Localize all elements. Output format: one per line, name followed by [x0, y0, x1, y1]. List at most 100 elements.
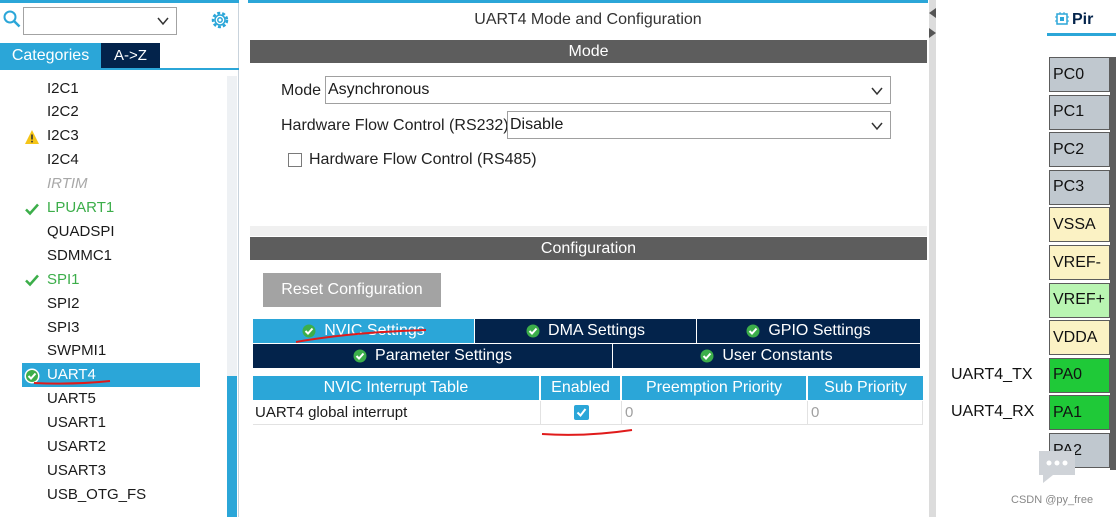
pin-pc0[interactable]: PC0 [1049, 57, 1110, 92]
peripheral-label: I2C4 [47, 151, 79, 169]
pin-pa0[interactable]: PA0 [1049, 357, 1110, 393]
hfc-rs232-label: Hardware Flow Control (RS232) [281, 117, 509, 134]
peripheral-item[interactable]: IRTIM [22, 172, 200, 196]
chip-body-edge [1110, 57, 1116, 470]
tab-categories[interactable]: Categories [0, 43, 101, 68]
peripheral-item[interactable]: USART2 [22, 435, 200, 459]
tab-a-to-z[interactable]: A->Z [101, 43, 160, 68]
chevron-down-icon [871, 87, 883, 96]
pin-vref[interactable]: VREF- [1049, 245, 1110, 280]
signal-label: UART4_TX [951, 365, 1033, 383]
peripheral-label: USART1 [47, 414, 106, 432]
panel-title: UART4 Mode and Configuration [474, 11, 702, 28]
enabled-cell [541, 401, 622, 425]
peripheral-item[interactable]: I2C2 [22, 100, 200, 124]
peripheral-label: SPI3 [47, 318, 80, 336]
mode-select[interactable]: Asynchronous [325, 76, 891, 104]
hfc-rs232-select[interactable]: Disable [507, 111, 891, 139]
peripheral-item[interactable]: USART1 [22, 411, 200, 435]
peripheral-item[interactable]: SPI1 [22, 267, 200, 291]
peripheral-item[interactable]: QUADSPI [22, 219, 200, 243]
scrollbar-thumb[interactable] [227, 376, 237, 517]
peripheral-label: IRTIM [47, 175, 88, 193]
pin-vref[interactable]: VREF+ [1049, 282, 1110, 318]
search-input[interactable] [23, 7, 177, 35]
tab-user-constants[interactable]: User Constants [613, 344, 920, 368]
peripheral-item[interactable]: I2C3 [22, 124, 200, 148]
hfc-rs232-value: Disable [510, 116, 564, 133]
chevron-down-icon[interactable] [156, 14, 170, 28]
warning-icon [25, 129, 39, 144]
interrupt-name-cell: UART4 global interrupt [253, 401, 541, 425]
check-circle-icon [353, 349, 367, 363]
configuration-section-header: Configuration [250, 237, 927, 260]
check-circle-icon [526, 324, 540, 338]
column-header-sub-priority[interactable]: Sub Priority [808, 376, 923, 400]
pinout-view-panel: Pir PC0 PC1 PC2 PC3 VSSA VREF- VREF+ VDDA PA0 PA1… [937, 0, 1116, 517]
check-icon [576, 408, 586, 418]
pin-vdda[interactable]: VDDA [1049, 320, 1110, 356]
column-header-preemption-priority[interactable]: Preemption Priority [622, 376, 808, 400]
peripheral-item[interactable]: I2C4 [22, 148, 200, 172]
gear-icon[interactable] [209, 9, 231, 31]
tabs-underline [0, 68, 239, 70]
hfc-rs485-checkbox[interactable] [288, 153, 302, 167]
hfc-rs485-label: Hardware Flow Control (RS485) [309, 151, 537, 168]
sub-priority-cell[interactable]: 0 [808, 401, 923, 425]
pin-pc3[interactable]: PC3 [1049, 169, 1110, 205]
peripheral-label: USB_OTG_FS [47, 485, 147, 503]
tab-dma-settings[interactable]: DMA Settings [475, 319, 697, 343]
mode-select-value: Asynchronous [328, 81, 430, 98]
peripheral-item[interactable]: SPI3 [22, 315, 200, 339]
peripheral-label: I2C1 [47, 79, 79, 97]
panel-splitter[interactable] [929, 0, 936, 517]
peripheral-item[interactable]: I2C1 [22, 76, 200, 100]
top-accent-line [248, 0, 928, 3]
peripheral-item[interactable]: SPI2 [22, 291, 200, 315]
pin-pa1[interactable]: PA1 [1049, 395, 1110, 431]
peripheral-label: I2C3 [47, 127, 79, 145]
check-circle-icon [746, 324, 760, 338]
tab-parameter-settings[interactable]: Parameter Settings [253, 344, 613, 368]
pin-pc1[interactable]: PC1 [1049, 94, 1110, 130]
preemption-priority-cell[interactable]: 0 [622, 401, 808, 425]
pin-pc2[interactable]: PC2 [1049, 132, 1110, 168]
peripheral-label: UART5 [47, 390, 96, 408]
peripheral-label: SDMMC1 [47, 246, 113, 264]
peripheral-item[interactable]: UART5 [22, 387, 200, 411]
tab-underline [1047, 33, 1116, 36]
peripheral-item[interactable]: USART3 [22, 458, 200, 482]
watermark-text: CSDN @py_free [1011, 494, 1094, 506]
mode-label: Mode [281, 82, 322, 99]
peripheral-item[interactable]: SDMMC1 [22, 243, 200, 267]
left-panel: Categories A->Z I2C1 I2C2 I2C3 I2C4 IRTIM LPU… [0, 0, 239, 517]
check-circle-icon [700, 349, 714, 363]
chat-bubble-icon [1039, 451, 1075, 483]
reset-configuration-button[interactable]: Reset Configuration [263, 273, 441, 307]
collapse-arrow-icon[interactable] [929, 8, 936, 18]
chip-icon [1055, 12, 1069, 25]
column-header-enabled[interactable]: Enabled [541, 376, 622, 400]
pin-vssa[interactable]: VSSA [1049, 207, 1110, 243]
tab-label: Parameter Settings [375, 347, 512, 364]
peripheral-label: LPUART1 [47, 199, 115, 216]
chevron-down-icon [871, 122, 883, 131]
peripheral-label: I2C2 [47, 103, 79, 121]
peripheral-label: SWPMI1 [47, 342, 107, 360]
peripheral-label: USART2 [47, 438, 106, 455]
peripheral-item[interactable]: USB_OTG_FS [22, 482, 200, 506]
interrupt-enabled-checkbox[interactable] [573, 405, 589, 420]
peripheral-item[interactable]: LPUART1 [22, 196, 200, 220]
check-icon [25, 274, 39, 287]
annotation-underline [541, 429, 633, 436]
annotation-underline [33, 380, 111, 385]
peripheral-item[interactable]: SWPMI1 [22, 339, 200, 363]
top-accent-line [0, 0, 239, 3]
column-header-interrupt-table[interactable]: NVIC Interrupt Table [253, 376, 541, 400]
expand-arrow-icon[interactable] [929, 28, 936, 38]
mode-section-header: Mode [250, 40, 927, 63]
tab-label: DMA Settings [548, 322, 645, 339]
pinout-tab-label[interactable]: Pir [1072, 11, 1093, 29]
tab-gpio-settings[interactable]: GPIO Settings [697, 319, 920, 343]
search-icon[interactable] [3, 10, 21, 28]
